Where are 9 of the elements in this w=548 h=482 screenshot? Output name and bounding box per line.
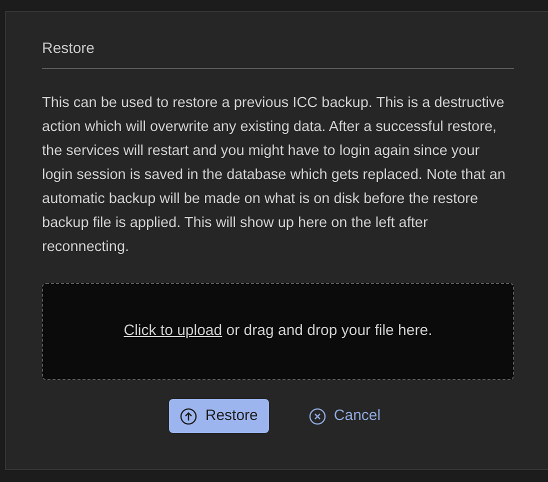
close-circle-icon — [308, 408, 326, 424]
upload-instruction: Click to upload or drag and drop your file here. — [124, 321, 432, 342]
restore-button[interactable]: Restore — [169, 399, 269, 433]
upload-link[interactable]: Click to upload — [124, 322, 222, 340]
upload-dropzone[interactable]: Click to upload or drag and drop your file here. — [42, 283, 514, 380]
description-paragraph: This can be used to restore a previous ICC backup. This is a destructive action which will overwrite any existing data. After a successful restore, the services will restart and you might have to login again since your login session is saved in the database which gets replaced. Note that an automatic backup will be made on what is on disk before the restore backup file is applied. This will show up here on the left after reconnecting. — [42, 94, 506, 257]
section-title: Restore — [42, 39, 95, 59]
arrow-up-circle-icon — [180, 408, 198, 424]
cancel-button[interactable]: Cancel — [302, 399, 387, 433]
